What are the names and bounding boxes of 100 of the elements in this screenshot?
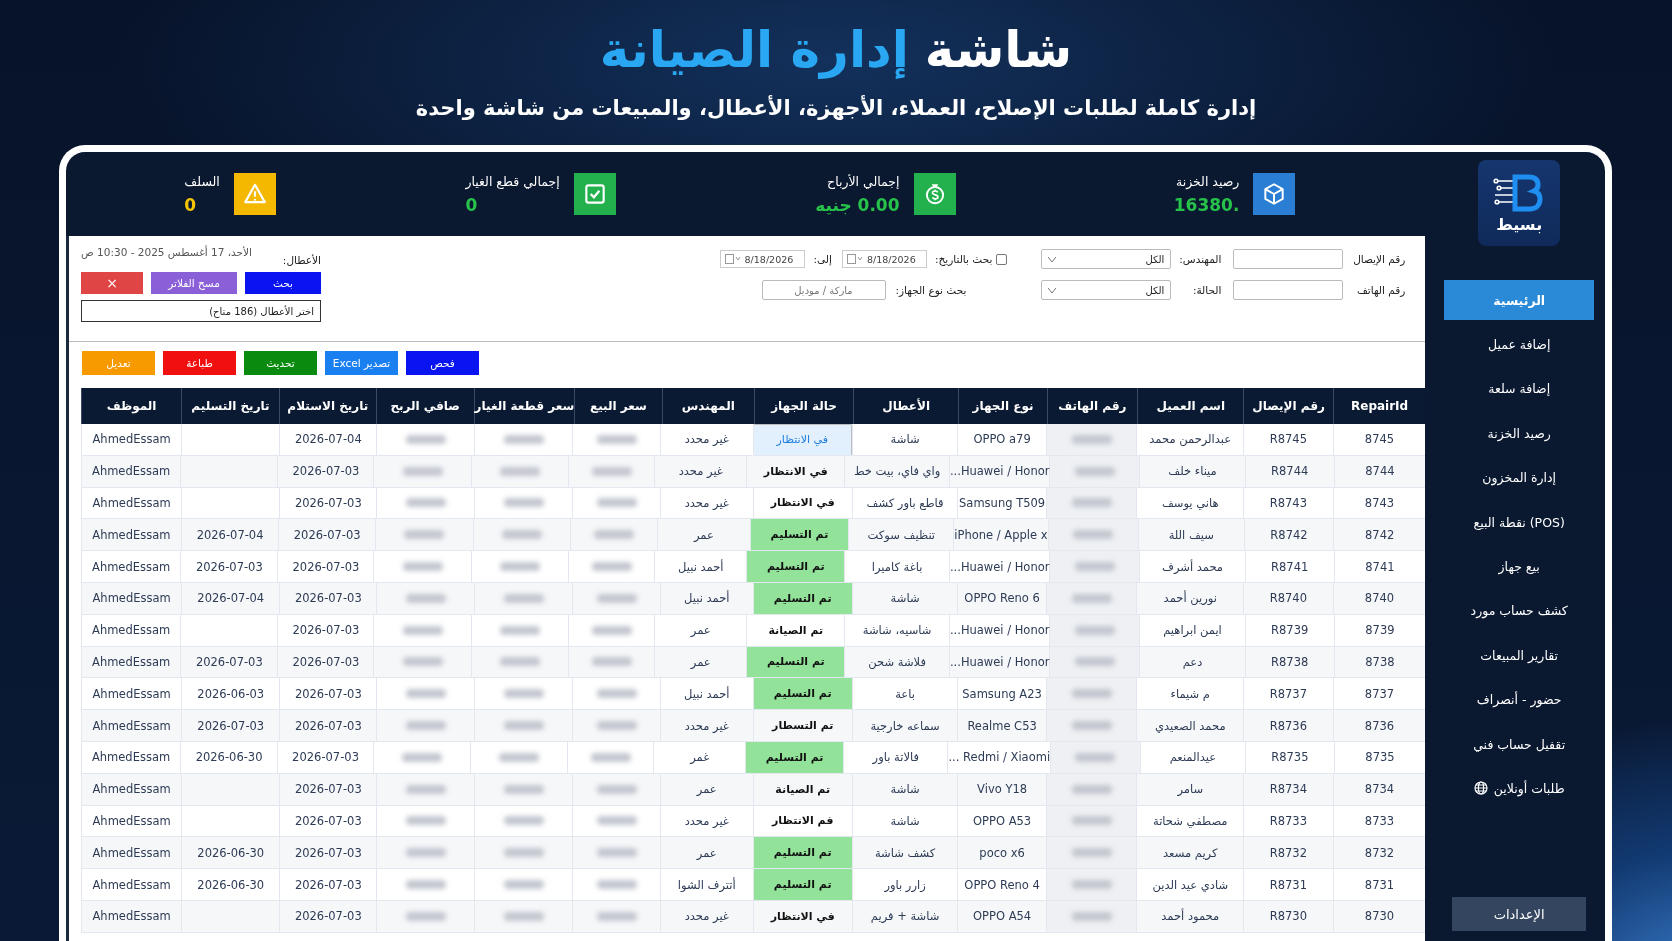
- status-cell: تم التسليم: [746, 551, 845, 583]
- date-checkbox[interactable]: [996, 253, 1008, 265]
- toolbar-button[interactable]: تصدير Excel: [325, 351, 398, 375]
- column-header[interactable]: تاريخ الاستلام: [278, 388, 376, 424]
- table-cell: 2026-07-03: [279, 837, 377, 870]
- sidebar-item[interactable]: إضافة عميل: [1444, 324, 1595, 365]
- table-cell: كريم مسعد: [1136, 837, 1244, 870]
- blurred-value: [503, 434, 544, 444]
- blurred-value: [1074, 466, 1115, 476]
- table-cell: ميناء خلف: [1139, 455, 1245, 488]
- engineer-select[interactable]: الكل: [1041, 249, 1172, 269]
- table-cell: 2026-06-30: [180, 741, 278, 774]
- caret-icon: [1048, 256, 1057, 262]
- blurred-value: [503, 593, 544, 603]
- device-field[interactable]: ماركة / موديل: [761, 280, 886, 300]
- toolbar-button[interactable]: طباعة: [163, 351, 236, 375]
- sidebar-item[interactable]: حضور - أنصراف: [1444, 679, 1595, 720]
- phone-field[interactable]: [1233, 280, 1344, 300]
- table-cell: OPPO Reno 6: [957, 583, 1046, 615]
- blurred-value: [501, 530, 542, 540]
- sidebar-item[interactable]: إضافة سلعة: [1444, 368, 1595, 410]
- receipt-field[interactable]: [1233, 249, 1344, 269]
- stat-value: 0.00 جنيه: [815, 194, 900, 215]
- table-cell: 2026-07-04: [279, 424, 377, 456]
- toolbar-button[interactable]: تحديث: [244, 351, 317, 375]
- sidebar-item[interactable]: إدارة المخزون: [1444, 457, 1595, 498]
- blurred-value: [405, 434, 446, 444]
- table-cell: Redmi / Xiaomi ...: [947, 741, 1051, 774]
- table-cell: واي فاي، بيت خط: [844, 455, 949, 488]
- blurred-value: [1074, 562, 1115, 572]
- table-cell: 2026-07-04: [181, 583, 280, 615]
- table-cell: AhmedEssam: [81, 773, 182, 806]
- blurred-value: [1071, 848, 1112, 858]
- close-button[interactable]: ×: [81, 272, 143, 294]
- column-header[interactable]: حالة الجهاز: [754, 388, 853, 424]
- table-cell: 2026-07-03: [278, 519, 375, 552]
- sidebar-item[interactable]: طلبات أونلاين: [1444, 768, 1595, 809]
- sidebar-item[interactable]: بيع جهاز: [1444, 546, 1595, 587]
- blurred-value: [1071, 498, 1112, 508]
- table-cell: 8730: [1332, 900, 1426, 933]
- table-cell: 2026-06-30: [181, 837, 280, 870]
- sidebar-item[interactable]: رصيد الخزنة: [1444, 413, 1595, 454]
- calendar-icon: [847, 254, 863, 264]
- column-header[interactable]: RepairId: [1332, 388, 1426, 424]
- status-select[interactable]: الكل: [1041, 280, 1172, 300]
- column-header[interactable]: الأعطال: [853, 388, 959, 424]
- stat-value: 16380.: [1173, 194, 1240, 215]
- table-cell: OPPO Reno 4: [957, 869, 1046, 901]
- table-cell: Huawei / Honor...: [948, 646, 1050, 679]
- table-cell: عمر: [659, 837, 753, 870]
- blurred-value: [503, 880, 544, 890]
- column-header[interactable]: نوع الجهاز: [958, 388, 1047, 424]
- table-cell: R8735: [1245, 741, 1334, 774]
- column-header[interactable]: رقم الإيصال: [1243, 388, 1333, 424]
- column-header[interactable]: المهندس: [661, 388, 755, 424]
- faults-select[interactable]: اختر الأعطال (186 متاح): [81, 300, 321, 322]
- date-field[interactable]: 8/18/2026: [719, 250, 805, 268]
- column-header[interactable]: سعر قطعة الغيار: [473, 388, 575, 424]
- sidebar-item[interactable]: تقفيل حساب فني: [1444, 723, 1595, 765]
- blurred-value: [1071, 784, 1112, 794]
- stat-label: رصيد الخزنة: [1174, 173, 1240, 189]
- blurred-value: [1071, 911, 1112, 921]
- blurred-value: [402, 562, 443, 572]
- blurred-value: [402, 466, 443, 476]
- toolbar-button[interactable]: فحص: [406, 351, 479, 375]
- blurred-value: [405, 848, 446, 858]
- table-cell: R8732: [1243, 837, 1333, 870]
- table-cell: سماعه خارجية: [851, 710, 958, 742]
- table-cell: شاشة + فريم: [851, 900, 958, 933]
- table-cell: 2026-07-03: [279, 869, 377, 901]
- settings-button[interactable]: الإعدادات: [1452, 897, 1587, 931]
- column-header[interactable]: رقم الهاتف: [1046, 388, 1138, 424]
- blurred-value: [1071, 880, 1112, 890]
- column-header[interactable]: الموظف: [81, 388, 181, 424]
- sidebar-item[interactable]: تقارير المبيعات: [1444, 635, 1595, 676]
- blurred-value: [596, 911, 637, 921]
- status-cell: في الانتظار: [752, 900, 852, 933]
- table-cell: AhmedEssam: [81, 646, 181, 679]
- column-header[interactable]: سعر البيع: [574, 388, 662, 424]
- column-header[interactable]: صافي الربح: [375, 388, 474, 424]
- table-cell: R8740: [1243, 583, 1333, 615]
- sidebar-item[interactable]: كشف حساب مورد: [1444, 590, 1595, 632]
- table-cell: 8740: [1332, 583, 1426, 615]
- globe-icon: [1473, 781, 1488, 796]
- table-cell: عمر: [654, 646, 747, 679]
- blurred-value: [591, 466, 632, 476]
- date-field[interactable]: 8/18/2026: [842, 250, 927, 268]
- blurred-value: [1074, 657, 1115, 667]
- column-header[interactable]: تاريخ التسليم: [181, 388, 279, 424]
- column-header[interactable]: اسم العميل: [1137, 388, 1244, 424]
- blurred-value: [1071, 689, 1112, 699]
- sidebar-item[interactable]: (POS) نقطة البيع: [1444, 501, 1595, 543]
- blurred-value: [596, 434, 637, 444]
- blurred-value: [591, 562, 632, 572]
- sidebar-item[interactable]: الرئيسية: [1444, 280, 1595, 321]
- status-cell: تم التسليم: [745, 741, 844, 774]
- table-cell: 8736: [1332, 710, 1426, 742]
- search-button[interactable]: بحث: [245, 272, 321, 294]
- table-cell: 2026-06-30: [181, 869, 280, 901]
- clear-filters-button[interactable]: مسح الفلاتر: [151, 272, 237, 294]
